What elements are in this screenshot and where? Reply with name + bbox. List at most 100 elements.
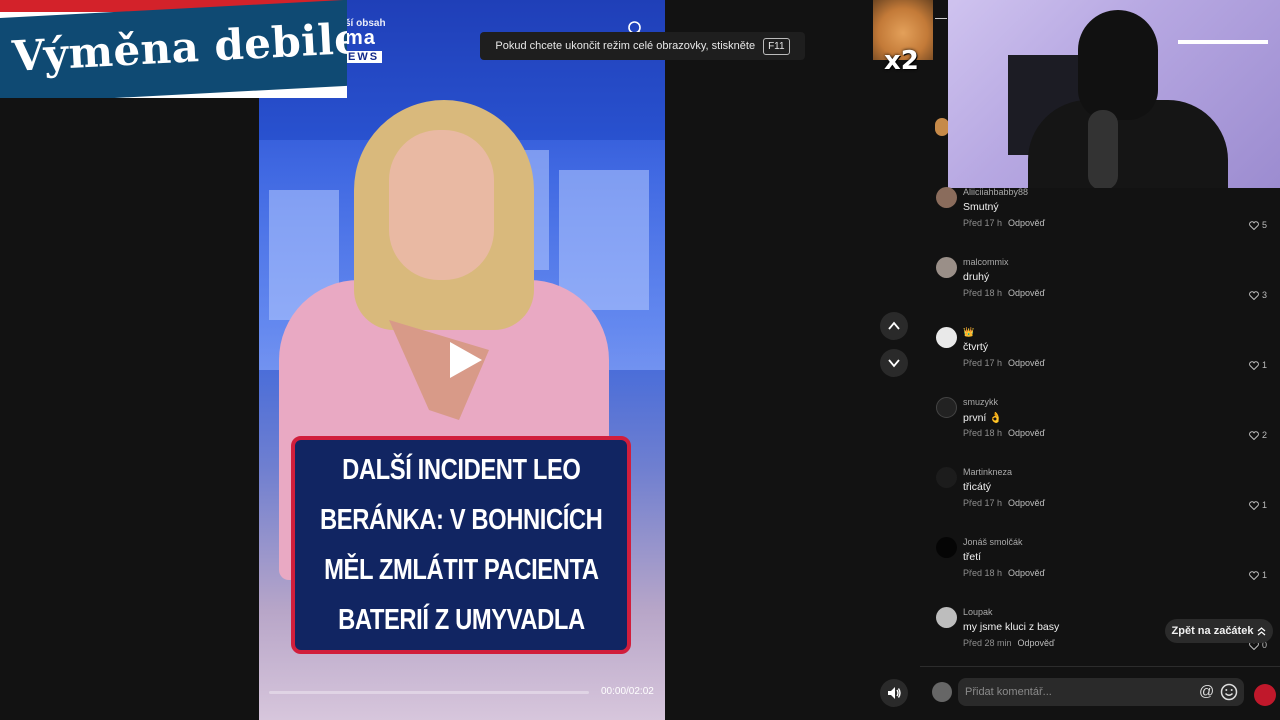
comment-username[interactable]: smuzykk xyxy=(963,397,998,407)
like-count: 2 xyxy=(1261,430,1267,440)
video-timecode: 00:00/02:02 xyxy=(601,686,654,697)
avatar xyxy=(935,118,949,136)
comment-text: první 👌 xyxy=(963,412,1003,424)
back-to-top-label: Zpět na začátek xyxy=(1171,625,1254,637)
webcam-shelf xyxy=(1178,40,1268,44)
like-count: 1 xyxy=(1261,360,1267,370)
comment-meta: Před 18 h Odpověď xyxy=(963,428,1045,438)
like-button[interactable]: 1 xyxy=(1249,360,1267,370)
heart-icon xyxy=(1249,220,1259,230)
comment-time: Před 28 min xyxy=(963,638,1012,648)
comment-username[interactable]: Jonáš smolčák xyxy=(963,537,1023,547)
like-count: 3 xyxy=(1261,290,1267,300)
headline-line: BERÁNKA: V BOHNICÍCH xyxy=(319,504,603,536)
comment-username[interactable]: Loupak xyxy=(963,607,993,617)
comment-time: Před 18 h xyxy=(963,288,1003,298)
volume-button[interactable] xyxy=(880,679,908,707)
chevron-down-icon xyxy=(888,359,900,368)
comment-text: třetí xyxy=(963,551,982,563)
comment-item: Martinkneza třicátý Před 17 h Odpověď 1 xyxy=(935,466,1275,526)
heart-icon xyxy=(1249,570,1259,580)
reply-button[interactable]: Odpověď xyxy=(1018,638,1055,648)
webcam-microphone xyxy=(1088,110,1118,188)
reply-button[interactable]: Odpověď xyxy=(1008,428,1045,438)
like-button[interactable]: 2 xyxy=(1249,430,1267,440)
at-icon[interactable]: @ xyxy=(1199,683,1214,700)
like-count: 1 xyxy=(1261,500,1267,510)
reply-button[interactable]: Odpověď xyxy=(1008,498,1045,508)
heart-icon xyxy=(1249,430,1259,440)
like-button[interactable]: 1 xyxy=(1249,500,1267,510)
comment-item: Aliiciiahbabby88 Smutný Před 17 h Odpověď… xyxy=(935,186,1275,246)
webcam-person-head xyxy=(1078,10,1158,120)
double-chevron-up-icon xyxy=(1258,626,1266,635)
comment-time: Před 17 h xyxy=(963,358,1003,368)
like-count: 1 xyxy=(1261,570,1267,580)
comment-meta: Před 18 h Odpověď xyxy=(963,288,1045,298)
like-button[interactable]: 1 xyxy=(1249,570,1267,580)
video-background-building xyxy=(559,170,649,310)
comment-item: smuzykk první 👌 Před 18 h Odpověď 2 xyxy=(935,396,1275,456)
play-icon[interactable] xyxy=(444,340,484,380)
avatar[interactable] xyxy=(936,537,957,558)
comment-time: Před 17 h xyxy=(963,218,1003,228)
comment-meta: Před 18 h Odpověď xyxy=(963,568,1045,578)
reply-button[interactable]: Odpověď xyxy=(1008,568,1045,578)
reply-button[interactable]: Odpověď xyxy=(1008,218,1045,228)
comment-username[interactable]: 👑 xyxy=(963,327,974,338)
previous-video-button[interactable] xyxy=(880,312,908,340)
volume-icon xyxy=(888,687,901,699)
comment-username[interactable]: Aliiciiahbabby88 xyxy=(963,187,1028,197)
streamer-webcam xyxy=(948,0,1280,188)
headline-line: DALŠÍ INCIDENT LEO xyxy=(341,454,581,486)
avatar[interactable] xyxy=(936,467,957,488)
next-video-button[interactable] xyxy=(880,349,908,377)
comment-text: druhý xyxy=(963,271,990,283)
avatar[interactable] xyxy=(936,607,957,628)
logo-news-text: EWS xyxy=(345,51,383,63)
comment-meta: Před 17 h Odpověď xyxy=(963,218,1045,228)
comment-time: Před 17 h xyxy=(963,498,1003,508)
comment-meta: Před 28 min Odpověď xyxy=(963,638,1055,648)
comment-time: Před 18 h xyxy=(963,568,1003,578)
avatar[interactable] xyxy=(936,397,957,418)
headline-line: BATERIÍ Z UMYVADLA xyxy=(337,604,585,636)
video-progress-bar[interactable] xyxy=(269,691,589,694)
news-channel-logo: ší obsah ma EWS xyxy=(345,18,386,65)
reply-button[interactable]: Odpověď xyxy=(1008,358,1045,368)
heart-icon xyxy=(1249,360,1259,370)
reply-button[interactable]: Odpověď xyxy=(1008,288,1045,298)
comment-meta: Před 17 h Odpověď xyxy=(963,498,1045,508)
video-player[interactable]: ší obsah ma EWS DALŠÍ INCIDENT LEO BERÁN… xyxy=(259,0,665,720)
screen: ší obsah ma EWS DALŠÍ INCIDENT LEO BERÁN… xyxy=(0,0,1280,720)
divider xyxy=(935,18,947,19)
comment-text: třicátý xyxy=(963,481,992,493)
comment-item: 👑 čtvrtý Před 17 h Odpověď 1 xyxy=(935,326,1275,386)
stream-title-card: Výměna debilek xyxy=(0,0,347,98)
logo-top-text: ší obsah xyxy=(345,18,386,29)
comment-text: Smutný xyxy=(963,201,999,213)
comment-text: my jsme kluci z basy xyxy=(963,621,1060,633)
fullscreen-hint-text: Pokud chcete ukončit režim celé obrazovk… xyxy=(495,40,756,52)
comment-username[interactable]: malcommix xyxy=(963,257,1009,267)
comment-username[interactable]: Martinkneza xyxy=(963,467,1012,477)
avatar[interactable] xyxy=(936,257,957,278)
heart-icon xyxy=(1249,500,1259,510)
like-button[interactable]: 5 xyxy=(1249,220,1267,230)
comment-meta: Před 17 h Odpověď xyxy=(963,358,1045,368)
avatar xyxy=(932,682,952,702)
fullscreen-key: F11 xyxy=(763,37,790,55)
like-count: 5 xyxy=(1261,220,1267,230)
comment-text: čtvrtý xyxy=(963,341,989,353)
speed-multiplier: x2 xyxy=(884,46,919,76)
chevron-up-icon xyxy=(888,321,900,330)
comment-time: Před 18 h xyxy=(963,428,1003,438)
avatar[interactable] xyxy=(936,327,957,348)
avatar[interactable] xyxy=(936,187,957,208)
like-button[interactable]: 3 xyxy=(1249,290,1267,300)
profile-badge-icon[interactable] xyxy=(1254,684,1276,706)
back-to-top-button[interactable]: Zpět na začátek xyxy=(1165,619,1273,643)
logo-main-text: ma xyxy=(345,27,376,49)
emoji-icon[interactable] xyxy=(1220,683,1238,701)
headline-caption: DALŠÍ INCIDENT LEO BERÁNKA: V BOHNICÍCH … xyxy=(291,436,631,654)
